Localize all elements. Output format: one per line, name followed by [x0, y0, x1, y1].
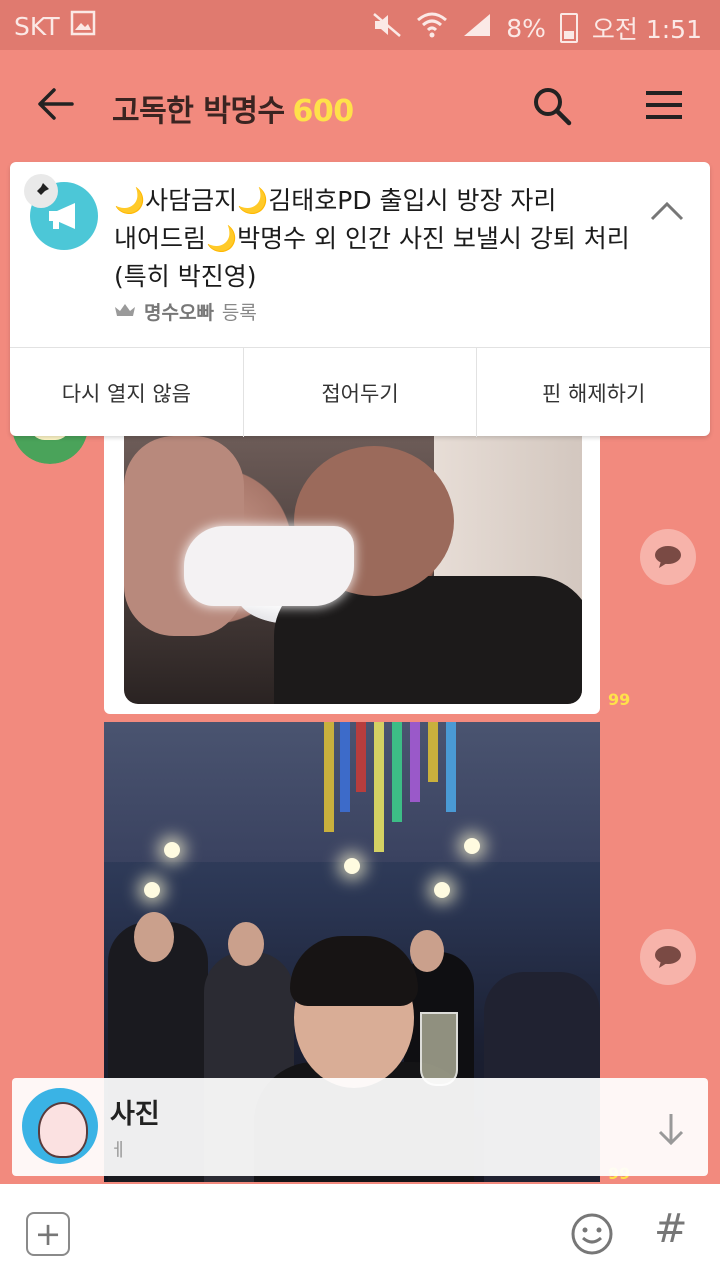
- crown-icon: [114, 301, 136, 323]
- hashtag-icon[interactable]: #: [654, 1206, 688, 1252]
- share-icon[interactable]: [640, 929, 696, 985]
- battery-percent: 8%: [506, 13, 546, 43]
- wifi-icon: [416, 12, 448, 44]
- collapse-button[interactable]: 접어두기: [244, 348, 478, 437]
- preview-text: ㅔ: [110, 1140, 127, 1161]
- emoji-icon[interactable]: [570, 1212, 614, 1260]
- new-message-preview[interactable]: 사진 ㅔ: [12, 1078, 708, 1176]
- pinned-notice[interactable]: 🌙사담금지🌙김태호PD 출입시 방장 자리 내어드림🌙박명수 외 인간 사진 보…: [10, 162, 710, 437]
- arrow-down-icon[interactable]: [656, 1112, 686, 1150]
- notice-line: 🌙사담금지🌙김태호PD 출입시 방장 자리: [114, 186, 557, 215]
- search-icon[interactable]: [530, 84, 574, 132]
- pin-icon: [24, 174, 58, 208]
- back-arrow-icon[interactable]: [36, 84, 76, 128]
- notice-author: 명수오빠: [144, 302, 214, 324]
- notice-actions: 다시 열지 않음 접어두기 핀 해제하기: [10, 347, 710, 437]
- menu-icon[interactable]: [644, 88, 684, 126]
- notice-meta: 명수오빠 등록: [114, 298, 257, 325]
- notice-text: 🌙사담금지🌙김태호PD 출입시 방장 자리 내어드림🌙박명수 외 인간 사진 보…: [114, 182, 654, 296]
- preview-avatar: [22, 1088, 98, 1164]
- photo-message[interactable]: [104, 436, 600, 714]
- notice-line: (특히 박진영): [114, 262, 257, 291]
- share-icon[interactable]: [640, 529, 696, 585]
- carrier-label: SKT: [14, 11, 60, 41]
- chat-header: [0, 50, 720, 162]
- chevron-up-icon[interactable]: [650, 200, 684, 226]
- status-bar: SKT 8% 오전 1:51: [0, 0, 720, 50]
- dont-show-again-button[interactable]: 다시 열지 않음: [10, 348, 244, 437]
- chat-room-name: 고독한 박명수: [112, 94, 285, 129]
- unpin-button[interactable]: 핀 해제하기: [477, 348, 710, 437]
- battery-icon: [559, 13, 578, 43]
- notice-author-suffix: 등록: [221, 302, 257, 324]
- clock: 오전 1:51: [591, 15, 702, 44]
- mute-icon: [372, 12, 402, 44]
- preview-sender: 사진: [110, 1099, 160, 1130]
- read-count: 99: [608, 690, 631, 709]
- photo-image[interactable]: [124, 436, 582, 704]
- plus-icon[interactable]: +: [26, 1212, 70, 1256]
- chat-title: 고독한 박명수 600: [112, 86, 354, 130]
- member-count: 600: [292, 94, 355, 129]
- chat-input-bar: + #: [0, 1184, 720, 1280]
- signal-icon: [462, 12, 492, 44]
- image-notification-icon: [70, 10, 96, 42]
- notice-line: 내어드림🌙박명수 외 인간 사진 보낼시 강퇴 처리: [114, 224, 630, 253]
